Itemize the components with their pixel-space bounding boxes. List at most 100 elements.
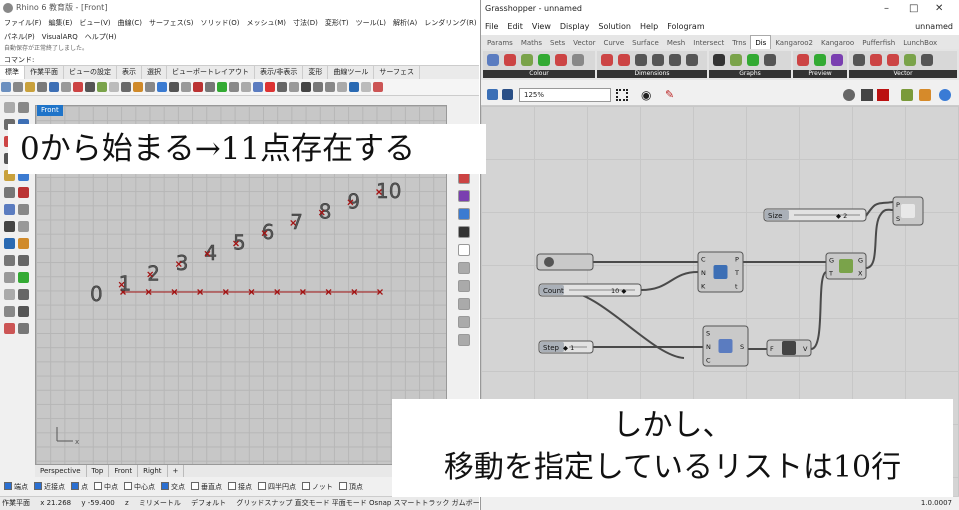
rhino-panel-icon[interactable] [458, 244, 470, 256]
shaded-preview-icon[interactable] [861, 89, 873, 101]
selected-preview-icon[interactable] [877, 89, 889, 101]
text-tag-component[interactable]: PS [892, 196, 924, 226]
slider-count-value[interactable]: 10 ◆ [611, 287, 626, 295]
osnap-toggle[interactable]: 頂点 [339, 483, 363, 491]
gh-component-icon[interactable] [487, 54, 499, 66]
rhino-panel-icon[interactable] [458, 298, 470, 310]
rhino-tool-icon[interactable] [4, 306, 15, 317]
output-param[interactable]: V [803, 345, 808, 353]
rhino-toolbar-tab[interactable]: 標準 [0, 66, 25, 79]
gh-component-icon[interactable] [601, 54, 613, 66]
gh-menu-item[interactable]: Solution [598, 22, 631, 31]
curve-param[interactable] [536, 253, 594, 271]
rhino-tool-icon[interactable] [4, 187, 15, 198]
input-param[interactable]: C [706, 356, 711, 364]
input-param[interactable]: G [829, 257, 834, 265]
rhino-menu-item[interactable]: ビュー(V) [79, 19, 110, 27]
unit-y-component[interactable]: FV [766, 339, 812, 357]
toolbar-command-icon[interactable] [181, 82, 191, 92]
move-component[interactable]: GTGX [825, 252, 867, 280]
viewport-tab[interactable]: Perspective [35, 465, 87, 477]
gh-component-icon[interactable] [521, 54, 533, 66]
gh-component-icon[interactable] [887, 54, 899, 66]
rhino-tool-icon[interactable] [18, 323, 29, 334]
rhino-panel-icon[interactable] [458, 226, 470, 238]
toolbar-command-icon[interactable] [241, 82, 251, 92]
minimize-icon[interactable]: – [884, 0, 889, 18]
gh-component-icon[interactable] [669, 54, 681, 66]
output-param[interactable]: G [858, 257, 863, 265]
rhino-panel-icon[interactable] [458, 262, 470, 274]
toolbar-command-icon[interactable] [61, 82, 71, 92]
display-settings-icon[interactable] [919, 89, 931, 101]
toolbar-command-icon[interactable] [301, 82, 311, 92]
gh-component-icon[interactable] [747, 54, 759, 66]
toolbar-command-icon[interactable] [229, 82, 239, 92]
toolbar-command-icon[interactable] [349, 82, 359, 92]
rhino-tool-icon[interactable] [4, 272, 15, 283]
toolbar-command-icon[interactable] [277, 82, 287, 92]
document-preview-icon[interactable] [901, 89, 913, 101]
close-icon[interactable]: ✕ [935, 0, 943, 18]
gh-component-icon[interactable] [870, 54, 882, 66]
gh-component-icon[interactable] [504, 54, 516, 66]
toolbar-command-icon[interactable] [37, 82, 47, 92]
gh-component-icon[interactable] [618, 54, 630, 66]
rhino-tool-icon[interactable] [18, 272, 29, 283]
toolbar-command-icon[interactable] [361, 82, 371, 92]
osnap-toggle[interactable]: ノット [302, 483, 333, 491]
toolbar-command-icon[interactable] [85, 82, 95, 92]
rhino-toolbar-tab[interactable]: 表示 [117, 66, 142, 79]
toolbar-command-icon[interactable] [313, 82, 323, 92]
rhino-tool-icon[interactable] [4, 238, 15, 249]
toolbar-command-icon[interactable] [265, 82, 275, 92]
rhino-tool-icon[interactable] [4, 204, 15, 215]
rhino-menu-item[interactable]: ファイル(F) [4, 19, 42, 27]
rhino-toolbar-tab[interactable]: 表示/非表示 [255, 66, 304, 79]
gh-menu-item[interactable]: File [485, 22, 498, 31]
gh-document-name[interactable]: unnamed [915, 18, 953, 35]
rhino-tool-icon[interactable] [18, 102, 29, 113]
gh-tab[interactable]: Curve [599, 36, 628, 50]
toolbar-command-icon[interactable] [13, 82, 23, 92]
rhino-menu-item[interactable]: ソリッド(O) [201, 19, 240, 27]
rhino-toolbar-tab[interactable]: 変形 [303, 66, 329, 79]
rhino-tool-icon[interactable] [4, 255, 15, 266]
toolbar-command-icon[interactable] [205, 82, 215, 92]
input-param[interactable]: S [896, 215, 900, 223]
input-param[interactable]: F [770, 345, 774, 353]
gh-tab[interactable]: Pufferfish [858, 36, 899, 50]
toolbar-command-icon[interactable] [73, 82, 83, 92]
viewport-tab[interactable]: Top [87, 465, 110, 477]
divide-curve-component[interactable]: CNK PTt [697, 251, 744, 293]
gh-component-icon[interactable] [904, 54, 916, 66]
gh-tab[interactable]: Vector [569, 36, 599, 50]
gh-tab[interactable]: Surface [628, 36, 663, 50]
rhino-menu-item[interactable]: サーフェス(S) [149, 19, 194, 27]
gh-component-icon[interactable] [921, 54, 933, 66]
gh-component-icon[interactable] [730, 54, 742, 66]
rhino-panel-icon[interactable] [458, 208, 470, 220]
osnap-toggle[interactable]: 近接点 [34, 483, 65, 491]
gh-menu-item[interactable]: Fologram [667, 22, 704, 31]
gh-menu-item[interactable]: Edit [507, 22, 523, 31]
rhino-toolbar-tab[interactable]: ビューポートレイアウト [167, 66, 255, 79]
rhino-tool-icon[interactable] [4, 221, 15, 232]
maximize-icon[interactable]: □ [909, 0, 918, 18]
input-param[interactable]: C [701, 256, 706, 264]
rhino-tool-icon[interactable] [18, 238, 29, 249]
toolbar-command-icon[interactable] [25, 82, 35, 92]
slider-size[interactable]: Size ◆ 2 [763, 208, 867, 222]
osnap-toggle[interactable]: 四半円点 [258, 483, 296, 491]
input-param[interactable]: N [701, 269, 706, 277]
rhino-panel-icon[interactable] [458, 280, 470, 292]
gh-ribbon-group-caption[interactable]: Preview [793, 70, 847, 78]
preview-mode-icon[interactable] [843, 89, 855, 101]
slider-count[interactable]: Count 10 ◆ [538, 283, 642, 297]
rhino-toolbar-tab[interactable]: 選択 [142, 66, 167, 79]
osnap-toggle[interactable]: 接点 [228, 483, 252, 491]
gh-component-icon[interactable] [797, 54, 809, 66]
output-param[interactable]: X [858, 270, 863, 278]
osnap-toggle[interactable]: 垂直点 [191, 483, 222, 491]
gh-component-icon[interactable] [764, 54, 776, 66]
